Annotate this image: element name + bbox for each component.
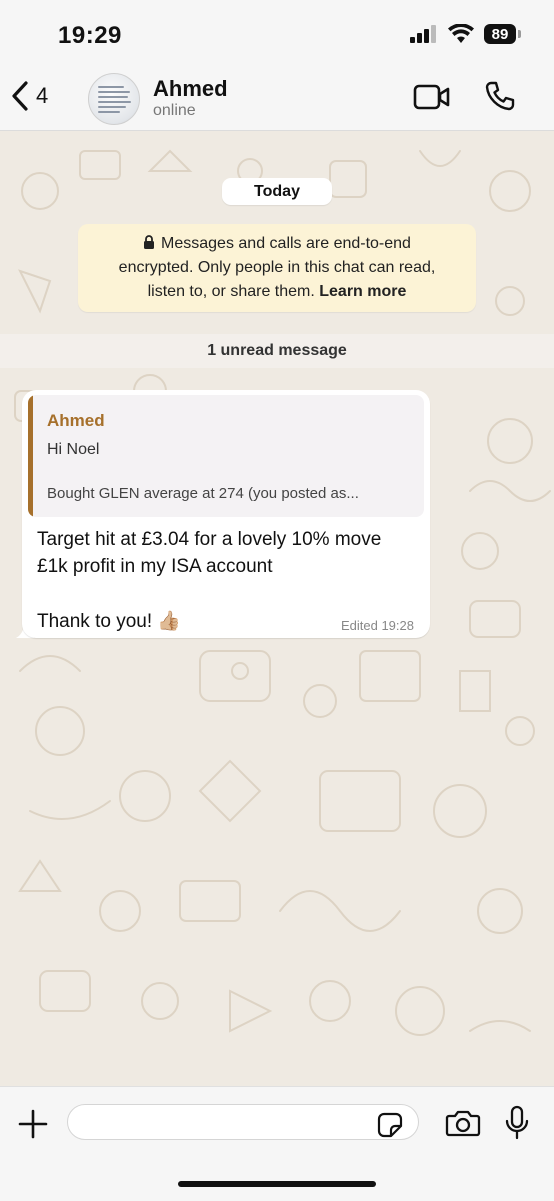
quote-author: Ahmed bbox=[47, 411, 105, 430]
microphone-icon[interactable] bbox=[504, 1105, 530, 1141]
learn-more-link[interactable]: Learn more bbox=[319, 283, 406, 300]
encryption-line-2: encrypted. Only people in this chat can … bbox=[118, 259, 436, 276]
thumbs-up-emoji: 👍🏼 bbox=[157, 611, 182, 632]
camera-icon[interactable] bbox=[445, 1109, 481, 1137]
unread-chats-count: 4 bbox=[36, 83, 49, 108]
status-icons: 89 bbox=[410, 24, 521, 44]
video-camera-icon[interactable] bbox=[413, 84, 451, 110]
quote-accent-bar bbox=[28, 395, 33, 517]
encryption-notice[interactable]: Messages and calls are end-to-end encryp… bbox=[78, 224, 476, 312]
status-bar: 19:29 89 bbox=[0, 0, 554, 70]
encryption-line-1: Messages and calls are end-to-end bbox=[161, 235, 411, 252]
battery-indicator: 89 bbox=[484, 24, 521, 44]
message-line-2: £1k profit in my ISA account bbox=[37, 556, 273, 577]
message-line-3: Thank to you! bbox=[37, 611, 153, 632]
input-bar bbox=[0, 1086, 554, 1201]
quote-text-1: Hi Noel bbox=[47, 441, 100, 458]
signal-icon bbox=[410, 25, 436, 43]
message-input[interactable] bbox=[67, 1104, 419, 1140]
back-button[interactable]: 4 bbox=[10, 80, 48, 112]
status-time: 19:29 bbox=[58, 22, 122, 49]
message-timestamp: Edited 19:28 bbox=[340, 618, 414, 633]
wifi-icon bbox=[448, 24, 474, 43]
chat-header: 4 Ahmed online bbox=[0, 70, 554, 131]
phone-icon[interactable] bbox=[484, 80, 516, 112]
contact-name[interactable]: Ahmed bbox=[153, 76, 228, 102]
home-indicator bbox=[178, 1181, 376, 1187]
chevron-left-icon bbox=[12, 81, 28, 111]
incoming-message[interactable]: Ahmed Hi Noel Bought GLEN average at 274… bbox=[22, 390, 430, 638]
avatar[interactable] bbox=[88, 73, 140, 125]
message-line-1: Target hit at £3.04 for a lovely 10% mov… bbox=[37, 529, 382, 550]
sticker-icon[interactable] bbox=[377, 1112, 403, 1138]
quote-text-2: Bought GLEN average at 274 (you posted a… bbox=[47, 485, 359, 502]
plus-icon[interactable] bbox=[18, 1109, 48, 1139]
encryption-line-3: listen to, or share them. bbox=[147, 283, 315, 300]
lock-icon bbox=[144, 235, 155, 249]
quoted-reply[interactable]: Ahmed Hi Noel Bought GLEN average at 274… bbox=[28, 395, 424, 517]
contact-status: online bbox=[153, 102, 196, 119]
date-chip: Today bbox=[222, 178, 332, 205]
unread-divider: 1 unread message bbox=[0, 334, 554, 368]
